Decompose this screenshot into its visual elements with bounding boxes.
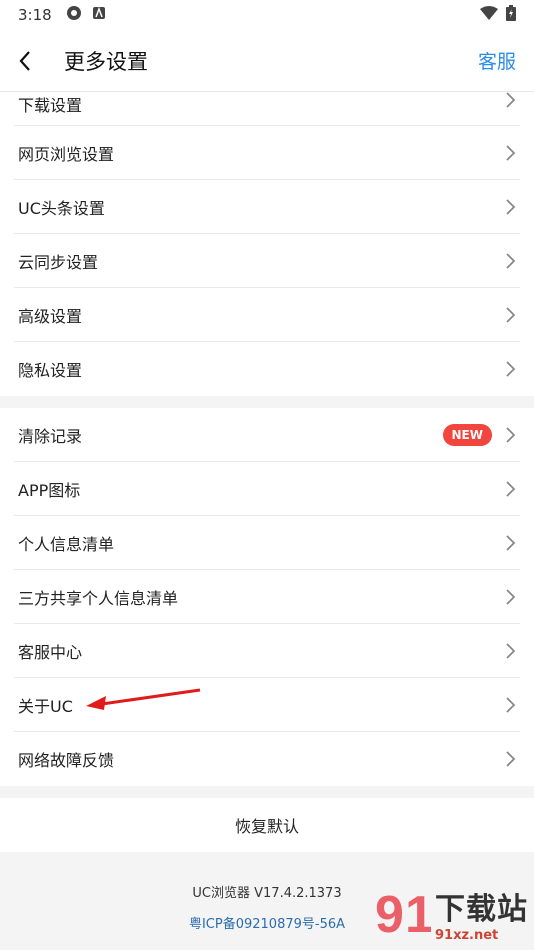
chevron-right-icon <box>506 198 516 215</box>
menu-item-cloud-sync-settings[interactable]: 云同步设置 <box>14 234 520 288</box>
menu-item-label: APP图标 <box>18 480 81 500</box>
menu-item-label: 隐私设置 <box>18 361 83 380</box>
back-button[interactable] <box>18 41 48 81</box>
watermark-logo-icon: 9 1 <box>375 886 431 944</box>
menu-item-app-icon[interactable]: APP图标 <box>14 462 520 516</box>
chevron-right-icon <box>506 144 516 161</box>
menu-item-label: 三方共享个人信息清单 <box>18 588 179 608</box>
app-a-icon <box>92 6 106 24</box>
settings-group-1: 下载设置 网页浏览设置 UC头条设置 云同步设置 高级设置 隐私设置 <box>0 92 534 396</box>
menu-item-label: 关于UC <box>18 696 73 716</box>
chevron-right-icon <box>506 642 516 659</box>
menu-item-label: 下载设置 <box>18 96 83 115</box>
chevron-right-icon <box>506 361 516 377</box>
menu-item-uc-headlines-settings[interactable]: UC头条设置 <box>14 180 520 234</box>
watermark-title: 下载站 <box>435 891 528 927</box>
status-time: 3:18 <box>18 6 52 24</box>
chevron-left-icon <box>19 50 30 71</box>
chevron-right-icon <box>506 252 516 269</box>
menu-item-label: UC头条设置 <box>18 198 105 218</box>
menu-item-clear-history[interactable]: 清除记录 NEW <box>14 408 520 462</box>
page-title: 更多设置 <box>64 49 148 74</box>
watermark: 9 1 下载站 91xz.net <box>373 880 528 946</box>
menu-item-advanced-settings[interactable]: 高级设置 <box>14 288 520 342</box>
menu-item-label: 高级设置 <box>18 306 83 326</box>
chevron-right-icon <box>506 426 516 443</box>
menu-item-privacy-settings[interactable]: 隐私设置 <box>14 342 520 396</box>
wifi-icon <box>480 6 498 24</box>
red-arrow-annotation <box>86 688 201 710</box>
new-badge: NEW <box>442 423 492 446</box>
menu-item-label: 网页浏览设置 <box>18 144 115 164</box>
menu-item-label: 云同步设置 <box>18 252 99 272</box>
chevron-right-icon <box>506 751 516 767</box>
menu-item-web-browsing-settings[interactable]: 网页浏览设置 <box>14 126 520 180</box>
chevron-right-icon <box>506 534 516 551</box>
menu-item-label: 清除记录 <box>18 426 83 446</box>
menu-item-label: 网络故障反馈 <box>18 751 115 770</box>
chevron-right-icon <box>506 306 516 323</box>
menu-item-label: 客服中心 <box>18 642 83 662</box>
chevron-right-icon <box>506 480 516 497</box>
menu-item-service-center[interactable]: 客服中心 <box>14 624 520 678</box>
menu-item-third-party-info-list[interactable]: 三方共享个人信息清单 <box>14 570 520 624</box>
restore-defaults-button[interactable]: 恢复默认 <box>0 798 534 852</box>
menu-item-network-feedback[interactable]: 网络故障反馈 <box>14 732 520 786</box>
status-right <box>480 5 516 25</box>
menu-item-download-settings[interactable]: 下载设置 <box>14 92 520 126</box>
watermark-url: 91xz.net <box>435 927 499 943</box>
header: 更多设置 客服 <box>0 30 534 92</box>
customer-service-link[interactable]: 客服 <box>478 47 516 74</box>
svg-text:9: 9 <box>375 886 404 944</box>
aperture-icon <box>66 5 82 25</box>
status-bar: 3:18 <box>0 0 534 30</box>
settings-group-2: 清除记录 NEW APP图标 个人信息清单 三方共享个人信息清单 客服中心 关于… <box>0 408 534 786</box>
battery-icon <box>506 5 516 25</box>
menu-item-personal-info-list[interactable]: 个人信息清单 <box>14 516 520 570</box>
chevron-right-icon <box>506 588 516 605</box>
chevron-right-icon <box>506 696 516 713</box>
menu-item-label: 个人信息清单 <box>18 534 115 554</box>
chevron-right-icon <box>506 92 516 108</box>
svg-text:1: 1 <box>405 886 431 944</box>
